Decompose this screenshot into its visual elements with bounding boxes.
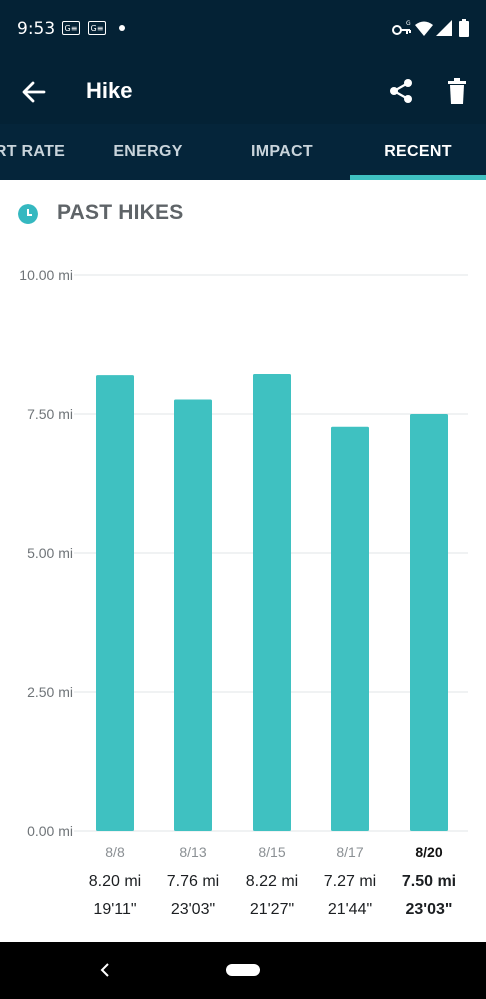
y-tick-label: 0.00 mi [27,823,73,839]
share-icon[interactable] [388,78,414,104]
distance-label: 7.76 mi [167,873,219,890]
page-title: Hike [86,78,133,103]
nav-home-button[interactable] [226,964,260,976]
app-bar: Hike [0,58,486,124]
duration-label: 19'11" [93,901,136,918]
notification-g-icon: G≡ [88,21,106,35]
tab-heart-rate[interactable]: RT RATE [0,124,90,180]
y-tick-label: 7.50 mi [27,406,73,422]
x-category-label: 8/17 [336,844,363,860]
active-tab-indicator [350,175,486,180]
bar [331,426,369,831]
y-tick-label: 2.50 mi [27,684,73,700]
duration-label: 23'03" [406,901,453,918]
status-bar: 9:53 G≡ G≡ G [0,0,486,58]
nav-back-icon[interactable] [98,960,114,980]
system-nav-bar [0,942,486,999]
signal-icon [436,20,452,36]
tab-bar: RT RATE ENERGY IMPACT RECENT [0,124,486,180]
x-category-label: 8/13 [179,844,206,860]
notification-g-icon: G≡ [62,21,80,35]
x-category-label: 8/8 [105,844,125,860]
tab-energy[interactable]: ENERGY [90,124,206,180]
y-tick-label: 5.00 mi [27,545,73,561]
clock-icon [18,204,38,224]
more-notifications-dot-icon [119,25,125,31]
distance-label: 7.50 mi [402,873,456,890]
section-title: PAST HIKES [57,201,184,224]
tab-impact[interactable]: IMPACT [214,124,350,180]
x-category-label: 8/15 [258,844,285,860]
bar [174,399,212,831]
bar [253,373,291,831]
past-hikes-chart: 0.00 mi 2.50 mi 5.00 mi 7.50 mi 10.00 mi 8/8 8… [19,267,468,918]
status-time: 9:53 [17,19,56,39]
wifi-icon [415,21,433,36]
distance-label: 8.20 mi [89,873,141,890]
bar [96,375,134,831]
trash-icon[interactable] [446,78,468,104]
duration-label: 21'27" [250,901,294,918]
bar [410,414,448,831]
arrow-left-icon[interactable] [20,78,48,106]
y-tick-label: 10.00 mi [19,267,73,283]
svg-text:G: G [406,20,411,27]
duration-label: 21'44" [328,901,372,918]
duration-label: 23'03" [171,901,215,918]
x-category-label: 8/20 [415,844,442,860]
distance-label: 8.22 mi [246,873,298,890]
battery-icon [459,19,469,37]
tab-recent[interactable]: RECENT [350,124,486,180]
vpn-key-icon: G [392,20,411,35]
distance-label: 7.27 mi [324,873,376,890]
